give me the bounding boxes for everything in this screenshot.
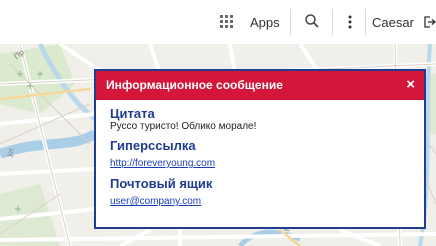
apps-grid-icon[interactable] [220,15,234,29]
more-vertical-icon[interactable] [347,14,353,32]
hyperlink-section: Гиперссылка http://foreveryoung.com [110,138,424,171]
dialog-title: Информационное сообщение [106,78,283,92]
separator [332,9,333,35]
info-dialog: Информационное сообщение × Цитата Руссо … [94,69,426,229]
separator [290,9,291,35]
section-title: Цитата [110,106,155,121]
email-link[interactable]: user@company.com [110,196,201,208]
apps-button[interactable]: Apps [250,14,280,32]
logout-icon[interactable] [422,15,436,33]
quote-section: Цитата Руссо туристо! Облико морале! [110,106,424,133]
close-icon[interactable]: × [406,76,415,93]
separator [365,9,366,35]
dialog-header: Информационное сообщение × [96,71,424,100]
dialog-body: Цитата Руссо туристо! Облико морале! Гип… [96,100,424,209]
hyperlink[interactable]: http://foreveryoung.com [110,158,215,170]
top-bar: Apps Caesar [0,0,436,44]
section-title: Почтовый ящик [110,176,213,191]
section-title: Гиперссылка [110,138,196,153]
mailbox-section: Почтовый ящик user@company.com [110,176,424,209]
search-icon[interactable] [304,13,320,31]
quote-text: Руссо туристо! Облико морале! [110,121,257,132]
user-button[interactable]: Caesar [372,14,414,32]
